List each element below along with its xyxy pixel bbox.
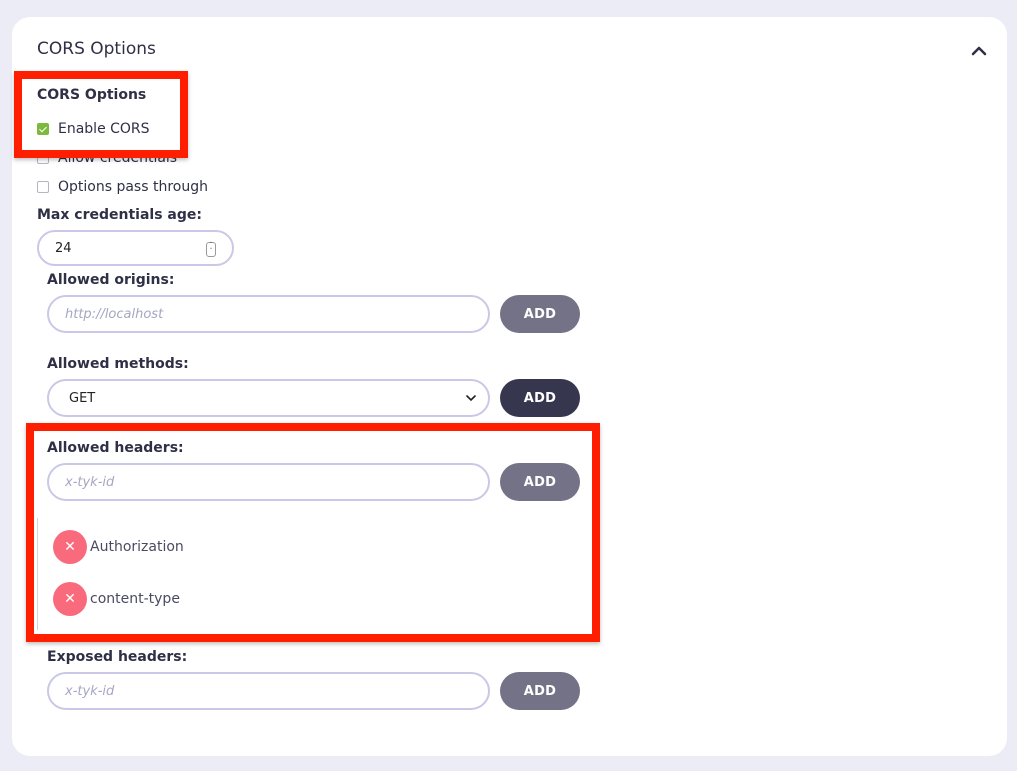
allowed-origins-label: Allowed origins: [47, 272, 175, 288]
exposed-headers-label: Exposed headers: [47, 649, 188, 665]
collapse-button[interactable] [969, 41, 989, 61]
allowed-headers-list-divider [37, 518, 39, 630]
checkbox-label: Allow credentials [58, 150, 178, 166]
checkbox-label: Enable CORS [58, 121, 150, 137]
chevron-down-icon [466, 395, 476, 402]
allowed-origins-input[interactable]: http://localhost [47, 295, 490, 333]
add-origin-button[interactable]: ADD [500, 295, 580, 333]
x-icon: ✕ [64, 539, 76, 555]
checkbox-checked[interactable] [37, 123, 49, 135]
add-exposed-header-button[interactable]: ADD [500, 672, 580, 710]
checkbox-label: Options pass through [58, 179, 208, 195]
allowed-origins-placeholder: http://localhost [65, 306, 164, 322]
max-age-input[interactable]: 24 ˆˇ [37, 230, 234, 266]
spinner-icon[interactable]: ˆˇ [206, 242, 216, 257]
card-title: CORS Options [37, 39, 156, 59]
add-header-button[interactable]: ADD [500, 463, 580, 501]
allowed-methods-label: Allowed methods: [47, 356, 189, 372]
checkbox-unchecked[interactable] [37, 181, 49, 193]
header-name: Authorization [90, 539, 184, 555]
max-age-label: Max credentials age: [37, 207, 202, 223]
allowed-headers-label: Allowed headers: [47, 440, 184, 456]
max-age-value: 24 [55, 240, 72, 256]
add-method-button[interactable]: ADD [500, 379, 580, 417]
exposed-headers-placeholder: x-tyk-id [65, 683, 115, 699]
exposed-headers-input[interactable]: x-tyk-id [47, 672, 490, 710]
allowed-methods-select[interactable]: GET [47, 379, 490, 417]
allowed-headers-placeholder: x-tyk-id [65, 474, 115, 490]
header-name: content-type [90, 591, 180, 607]
x-icon: ✕ [64, 591, 76, 607]
remove-header-button[interactable]: ✕ [53, 530, 87, 564]
highlighted-enable-cors-checkbox[interactable]: Enable CORS [37, 121, 150, 137]
chevron-up-icon [971, 46, 987, 56]
checkbox-unchecked[interactable] [37, 152, 49, 164]
highlighted-section-title: CORS Options [37, 87, 147, 103]
allowed-methods-selected: GET [69, 390, 96, 406]
options-pass-through-checkbox[interactable]: Options pass through [37, 179, 208, 195]
allow-credentials-checkbox[interactable]: Allow credentials [37, 150, 177, 166]
list-item: ✕ Authorization [53, 530, 184, 564]
list-item: ✕ content-type [53, 582, 180, 616]
allowed-headers-input[interactable]: x-tyk-id [47, 463, 490, 501]
remove-header-button[interactable]: ✕ [53, 582, 87, 616]
